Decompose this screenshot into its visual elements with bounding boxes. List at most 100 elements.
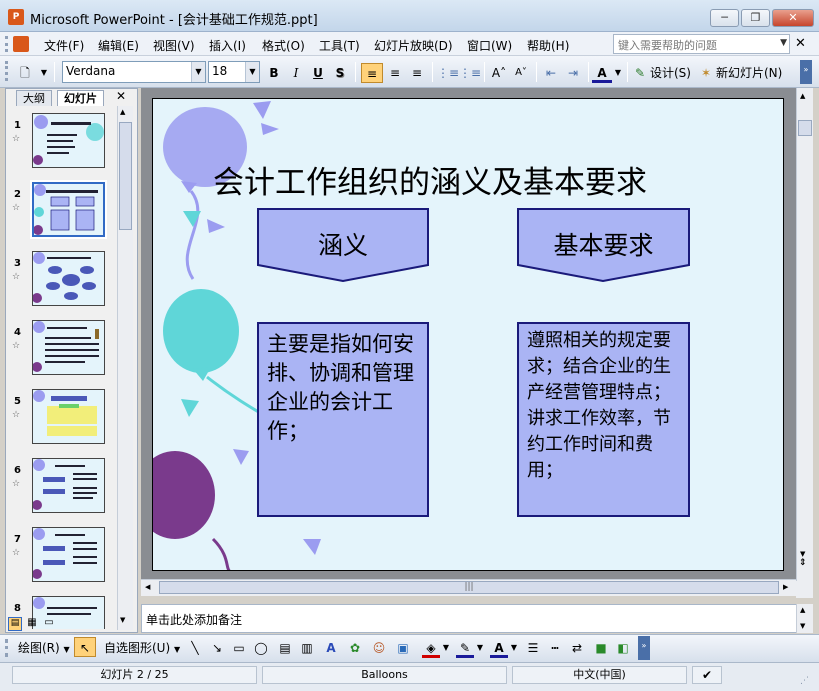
next-slide-icon[interactable]: ⇕	[799, 558, 807, 568]
rectangle-icon[interactable]: ▭	[230, 638, 248, 658]
line-color-icon[interactable]: ✎	[456, 638, 474, 658]
normal-view-icon[interactable]: ▤	[8, 617, 22, 631]
menu-file[interactable]: 文件(F)	[44, 37, 84, 54]
slideshow-view-icon[interactable]: ▭	[42, 617, 56, 631]
scroll-down-icon[interactable]: ▼	[800, 550, 805, 558]
numbering-icon[interactable]: ⋮≡	[437, 63, 459, 83]
slide-vertical-scrollbar[interactable]: ▲ ▼ ⇕	[796, 88, 813, 581]
chevron-down-icon[interactable]: ▼	[245, 62, 259, 82]
chevron-down-icon[interactable]: ▼	[613, 63, 623, 83]
menu-format[interactable]: 格式(O)	[262, 37, 305, 54]
slide-thumbnail-1[interactable]	[32, 113, 105, 168]
diagram-icon[interactable]: ✿	[346, 638, 364, 658]
heading-box-meaning[interactable]: 涵义	[257, 208, 429, 282]
tab-outline[interactable]: 大纲	[16, 90, 52, 106]
font-color-icon[interactable]: A	[490, 638, 508, 658]
slide-thumbnail-4[interactable]	[32, 320, 105, 375]
menu-help[interactable]: 帮助(H)	[527, 37, 569, 54]
spelling-check-icon[interactable]: ✔	[692, 666, 722, 684]
close-window-button[interactable]: ✕	[772, 9, 814, 27]
heading-box-requirements[interactable]: 基本要求	[517, 208, 690, 282]
scroll-down-icon[interactable]: ▼	[800, 622, 805, 630]
arrow-icon[interactable]: ↘	[208, 638, 226, 658]
requirements-body-text[interactable]: 遵照相关的规定要求；结合企业的生产经营管理特点；讲求工作效率，节约工作时间和费用…	[517, 322, 690, 517]
line-icon[interactable]: ╲	[186, 638, 204, 658]
font-color-icon[interactable]: A	[592, 63, 612, 83]
help-search-input[interactable]: 键入需要帮助的问题 ▼	[613, 34, 790, 54]
slide-thumbnail-2[interactable]	[30, 180, 107, 239]
menu-slideshow[interactable]: 幻灯片放映(D)	[374, 37, 453, 54]
design-button[interactable]: 设计(S)	[650, 63, 696, 83]
vertical-textbox-icon[interactable]: ▥	[298, 638, 316, 658]
scroll-up-icon[interactable]: ▲	[800, 606, 805, 614]
notes-input[interactable]: 单击此处添加备注	[141, 604, 811, 633]
chevron-down-icon[interactable]: ▼	[509, 638, 519, 658]
autoshapes-button[interactable]: 自选图形(U) ▼	[104, 638, 182, 658]
menu-view[interactable]: 视图(V)	[153, 37, 195, 54]
resize-grip-icon[interactable]: ⋰	[800, 676, 809, 686]
picture-icon[interactable]: ▣	[394, 638, 412, 658]
font-name-combo[interactable]: Verdana ▼	[62, 61, 206, 83]
scroll-right-icon[interactable]: ▶	[783, 583, 788, 591]
align-center-icon[interactable]: ≡	[385, 63, 405, 83]
toolbar-options-icon[interactable]: »	[638, 636, 650, 660]
bold-button[interactable]: B	[265, 63, 283, 83]
meaning-body-text[interactable]: 主要是指如何安排、协调和管理企业的会计工作；	[257, 322, 429, 517]
scroll-down-icon[interactable]: ▼	[120, 616, 125, 624]
slide-thumbnail-6[interactable]	[32, 458, 105, 513]
slide-sorter-icon[interactable]: ▦	[25, 617, 39, 631]
menu-edit[interactable]: 编辑(E)	[98, 37, 139, 54]
select-pointer-icon[interactable]: ↖	[74, 637, 96, 657]
notes-scrollbar[interactable]: ▲ ▼	[796, 604, 813, 633]
fill-color-icon[interactable]: ◈	[422, 638, 440, 658]
close-pane-icon[interactable]: ✕	[116, 89, 126, 103]
decrease-font-icon[interactable]: A˅	[511, 63, 531, 83]
new-document-icon[interactable]: 🗋	[14, 63, 36, 83]
scroll-thumb[interactable]: |||	[159, 581, 779, 594]
increase-font-icon[interactable]: A˄	[489, 63, 509, 83]
slide-canvas[interactable]: 会计工作组织的涵义及基本要求 涵义 基本要求 主要是指如何安排、协调和管理企业的…	[152, 98, 784, 571]
new-slide-button[interactable]: 新幻灯片(N)	[716, 63, 788, 83]
tab-slides[interactable]: 幻灯片	[57, 90, 104, 106]
restore-button[interactable]: ❐	[741, 9, 770, 27]
shadow-style-icon[interactable]: ■	[592, 638, 610, 658]
chevron-down-icon[interactable]: ▼	[780, 38, 787, 48]
menu-tools[interactable]: 工具(T)	[319, 37, 360, 54]
oval-icon[interactable]: ◯	[252, 638, 270, 658]
font-size-combo[interactable]: 18 ▼	[208, 61, 260, 83]
scroll-thumb[interactable]	[798, 120, 812, 136]
clipart-icon[interactable]: ☺	[370, 638, 388, 658]
minimize-button[interactable]: ─	[710, 9, 739, 27]
3d-style-icon[interactable]: ◧	[614, 638, 632, 658]
increase-indent-icon[interactable]: ⇥	[563, 63, 583, 83]
bullets-icon[interactable]: ⋮≡	[459, 63, 481, 83]
scroll-up-icon[interactable]: ▲	[800, 92, 805, 100]
slides-pane-scrollbar[interactable]: ▲ ▼	[117, 106, 133, 630]
scroll-thumb[interactable]	[119, 122, 132, 230]
line-style-icon[interactable]: ☰	[524, 638, 542, 658]
underline-button[interactable]: U	[309, 63, 327, 83]
chevron-down-icon[interactable]: ▼	[191, 62, 205, 82]
slide-title[interactable]: 会计工作组织的涵义及基本要求	[213, 157, 773, 202]
document-icon[interactable]	[13, 36, 29, 52]
toolbar-grip-icon[interactable]	[5, 61, 9, 81]
italic-button[interactable]: I	[287, 63, 305, 83]
scroll-left-icon[interactable]: ◀	[145, 583, 150, 591]
chevron-down-icon[interactable]: ▼	[38, 63, 50, 83]
align-right-icon[interactable]: ≡	[407, 63, 427, 83]
close-document-icon[interactable]: ✕	[795, 36, 806, 51]
slide-thumbnail-3[interactable]	[32, 251, 105, 306]
menu-insert[interactable]: 插入(I)	[209, 37, 246, 54]
toolbar-grip-icon[interactable]	[5, 639, 9, 657]
slide-horizontal-scrollbar[interactable]: ◀ ||| ▶	[141, 579, 796, 596]
shadow-button[interactable]: S	[331, 63, 349, 83]
align-left-icon[interactable]: ≡	[361, 63, 383, 83]
scroll-up-icon[interactable]: ▲	[120, 108, 125, 116]
textbox-icon[interactable]: ▤	[276, 638, 294, 658]
wordart-icon[interactable]: A	[322, 638, 340, 658]
menu-window[interactable]: 窗口(W)	[467, 37, 512, 54]
toolbar-options-icon[interactable]: »	[800, 60, 812, 84]
decrease-indent-icon[interactable]: ⇤	[541, 63, 561, 83]
draw-menu-button[interactable]: 绘图(R) ▼	[18, 638, 70, 658]
arrow-style-icon[interactable]: ⇄	[568, 638, 586, 658]
